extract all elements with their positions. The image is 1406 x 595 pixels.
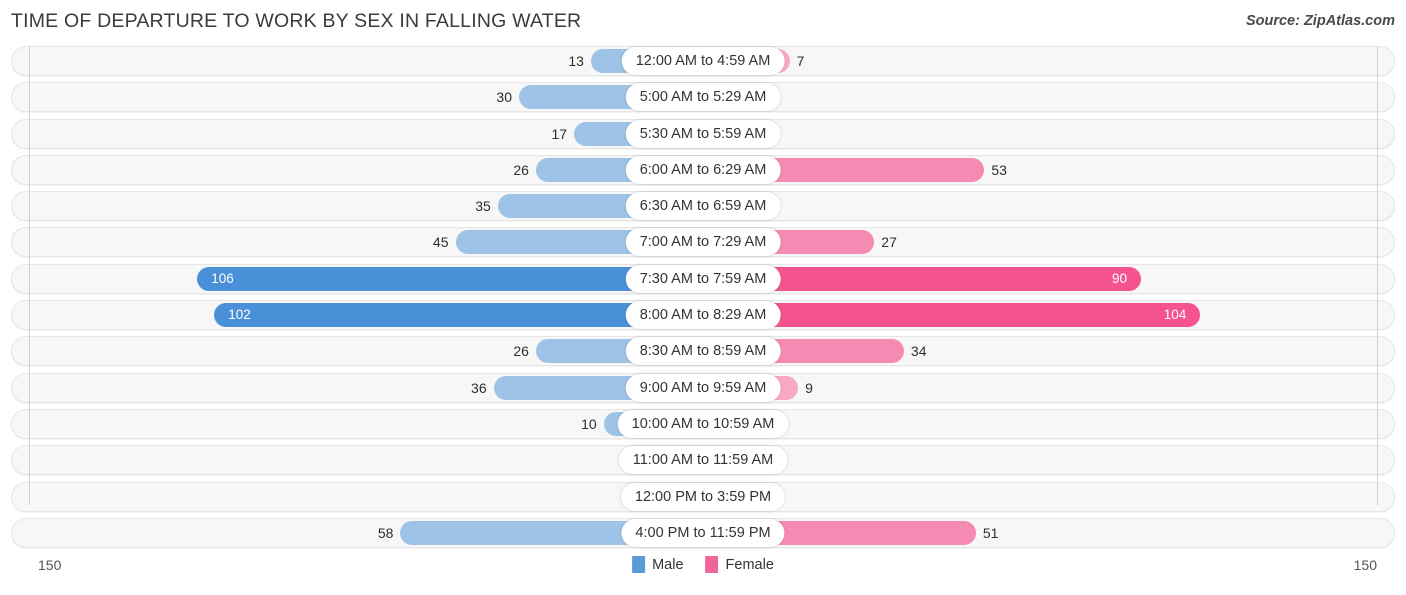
legend-label: Male	[652, 556, 684, 573]
male-value-label: 10	[581, 415, 597, 432]
male-value-label: 30	[496, 89, 512, 106]
male-value-label: 45	[432, 234, 449, 251]
chart-row: 10010:00 AM to 10:59 AM	[0, 408, 1406, 439]
category-label: 7:30 AM to 7:59 AM	[625, 264, 781, 293]
chart-row: 3506:30 AM to 6:59 AM	[0, 191, 1406, 222]
female-value-label: 53	[991, 161, 1007, 178]
chart-row: 26 34 8:30 AM to 8:59 AM	[0, 336, 1406, 367]
chart-row: 102 104 8:00 AM to 8:29 AM	[0, 300, 1406, 331]
legend-item-male[interactable]: Male	[632, 556, 684, 573]
male-value-label: 13	[568, 53, 584, 69]
female-value-label: 104	[1163, 307, 1187, 323]
axis-max-left: 150	[38, 557, 62, 573]
chart-row: 13 7 12:00 AM to 4:59 AM	[0, 46, 1406, 76]
male-value-label: 17	[551, 125, 568, 142]
chart-row: 1705:30 AM to 5:59 AM	[0, 118, 1406, 149]
chart-row: 0012:00 PM to 3:59 PM	[0, 481, 1406, 512]
category-label: 8:30 AM to 8:59 AM	[625, 337, 781, 366]
source-attribution: Source: ZipAtlas.com	[1245, 13, 1395, 29]
legend-item-female[interactable]: Female	[705, 556, 774, 573]
female-value-label: 51	[982, 524, 999, 541]
bar-row-list: 13 7 12:00 AM to 4:59 AM 3005:00 AM to 5:29…	[0, 46, 1406, 554]
axis-line-right	[1377, 46, 1378, 505]
chart-header: TIME OF DEPARTURE TO WORK BY SEX IN FALL…	[0, 0, 1406, 46]
chart-row: 3005:00 AM to 5:29 AM	[0, 82, 1406, 113]
male-value-label: 26	[513, 343, 529, 360]
male-value-label: 35	[475, 198, 491, 215]
chart-row: 36 9 9:00 AM to 9:59 AM	[0, 372, 1406, 403]
category-label: 8:00 AM to 8:29 AM	[625, 301, 781, 330]
male-value-label: 106	[211, 270, 234, 286]
female-value-label: 27	[881, 234, 897, 251]
male-value-label: 26	[513, 161, 529, 178]
category-label: 12:00 AM to 4:59 AM	[621, 47, 785, 75]
category-label: 10:00 AM to 10:59 AM	[617, 409, 789, 438]
category-label: 6:00 AM to 6:29 AM	[625, 155, 781, 184]
page-title: TIME OF DEPARTURE TO WORK BY SEX IN FALL…	[11, 10, 582, 32]
female-value-label: 9	[805, 379, 813, 396]
category-label: 12:00 PM to 3:59 PM	[620, 482, 786, 511]
legend-label: Female	[725, 556, 774, 573]
category-label: 6:30 AM to 6:59 AM	[625, 192, 781, 221]
chart-legend: Male Female	[632, 556, 774, 573]
category-label: 5:00 AM to 5:29 AM	[625, 83, 781, 112]
chart-row: 106 90 7:30 AM to 7:59 AM	[0, 263, 1406, 294]
axis-max-right: 150	[1353, 557, 1377, 573]
category-label: 9:00 AM to 9:59 AM	[625, 373, 781, 402]
female-value-label: 90	[1111, 270, 1127, 286]
chart-row: 26 53 6:00 AM to 6:29 AM	[0, 154, 1406, 185]
female-value-label: 34	[910, 343, 927, 360]
chart-row: 45 27 7:00 AM to 7:29 AM	[0, 227, 1406, 258]
female-value-label: 7	[796, 53, 805, 69]
male-value-label: 58	[377, 524, 394, 541]
axis-line-left	[29, 46, 30, 505]
chart-container: TIME OF DEPARTURE TO WORK BY SEX IN FALL…	[0, 0, 1406, 595]
legend-swatch-icon	[705, 556, 719, 573]
category-label: 11:00 AM to 11:59 AM	[618, 446, 788, 475]
chart-footer: 150 150 Male Female	[0, 551, 1406, 595]
chart-row: 0011:00 AM to 11:59 AM	[0, 445, 1406, 476]
male-value-label: 102	[228, 307, 251, 323]
category-label: 5:30 AM to 5:59 AM	[625, 119, 781, 148]
category-label: 7:00 AM to 7:29 AM	[625, 228, 781, 257]
category-label: 4:00 PM to 11:59 PM	[621, 518, 785, 547]
chart-row: 58 51 4:00 PM to 11:59 PM	[0, 517, 1406, 548]
plot-area: 13 7 12:00 AM to 4:59 AM 3005:00 AM to 5:29…	[0, 46, 1406, 551]
legend-swatch-icon	[632, 556, 646, 573]
male-value-label: 36	[471, 379, 487, 396]
